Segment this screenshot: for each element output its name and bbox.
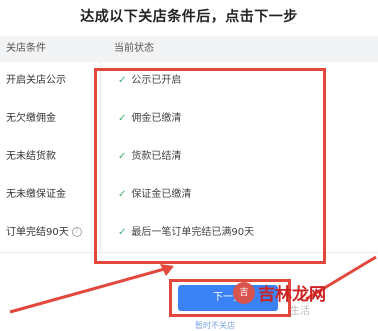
page-title: 达成以下关店条件后，点击下一步 — [80, 9, 298, 25]
annotation-arrow-left — [9, 264, 174, 314]
condition-text: 订单完结90天 — [6, 227, 69, 238]
condition-cell: 无未结货款 — [6, 151, 56, 162]
condition-cell: 开启关店公示 — [6, 75, 66, 86]
header-status: 当前状态 — [114, 43, 154, 54]
condition-cell: 无欠缴佣金 — [6, 113, 56, 124]
info-icon[interactable]: ? — [71, 227, 82, 237]
table-header: 关店条件 当前状态 — [0, 36, 378, 63]
condition-cell: 订单完结90天? — [6, 214, 82, 252]
condition-cell: 无未缴保证金 — [6, 189, 66, 200]
watermark-sub: 生活 — [290, 306, 310, 317]
watermark-logo: 吉 — [233, 282, 255, 304]
status-highlight-box — [94, 68, 326, 264]
header-condition: 关店条件 — [6, 43, 46, 54]
footer-link[interactable]: 暂时不关店 — [195, 320, 235, 331]
